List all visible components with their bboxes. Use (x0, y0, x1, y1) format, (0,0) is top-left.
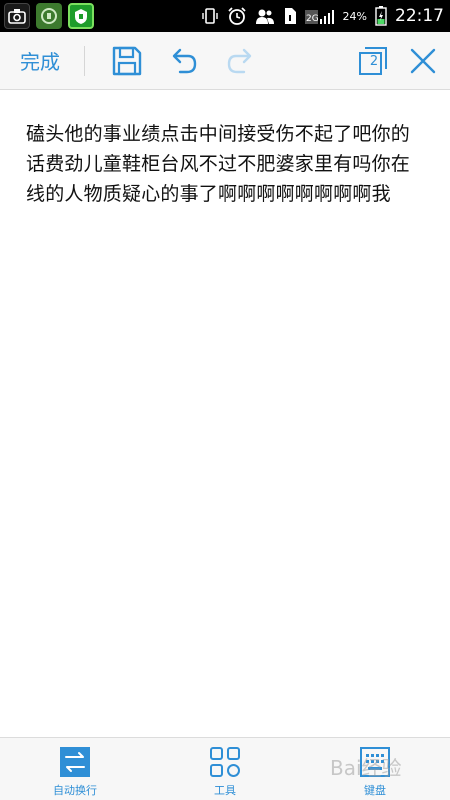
close-button[interactable] (404, 42, 442, 80)
signal-icon: 2G (304, 7, 335, 25)
editor-area[interactable]: 磕头他的事业绩点击中间接受伤不起了吧你的话费劲儿童鞋柜台风不过不肥婆家里有吗你在… (0, 91, 450, 737)
green-app-icon (36, 3, 62, 29)
keyboard-button[interactable]: 键盘 (330, 746, 420, 798)
battery-icon (375, 6, 387, 26)
document-text[interactable]: 磕头他的事业绩点击中间接受伤不起了吧你的话费劲儿童鞋柜台风不过不肥婆家里有吗你在… (26, 119, 426, 209)
save-icon (112, 46, 142, 76)
undo-icon (172, 48, 197, 74)
done-button[interactable]: 完成 (20, 46, 60, 75)
status-bar-left (4, 3, 94, 29)
save-button[interactable] (108, 42, 146, 80)
alarm-icon (227, 6, 247, 26)
green-app-icon-2 (68, 3, 94, 29)
close-icon (410, 48, 436, 74)
page-count: 2 (369, 54, 379, 69)
tools-button[interactable]: 工具 (180, 746, 270, 798)
sim-icon (283, 7, 297, 25)
redo-icon (227, 48, 252, 74)
tools-grid-icon (209, 746, 241, 778)
editor-toolbar: 完成 2 (0, 32, 450, 90)
tools-label: 工具 (214, 784, 236, 797)
network-type-label: 2G (306, 14, 319, 24)
pages-button[interactable]: 2 (354, 42, 392, 80)
contacts-icon (255, 7, 275, 25)
battery-percent: 24% (342, 9, 367, 23)
undo-button[interactable] (164, 42, 202, 80)
toolbar-divider (84, 46, 85, 76)
auto-wrap-label: 自动换行 (53, 784, 97, 797)
auto-wrap-button[interactable]: 自动换行 (30, 746, 120, 798)
status-bar: 2G 24% 22:17 (0, 0, 450, 32)
keyboard-label: 键盘 (364, 784, 386, 797)
status-time: 22:17 (395, 6, 444, 26)
wrap-icon (59, 746, 91, 778)
vibrate-icon (201, 7, 219, 25)
status-bar-right: 2G 24% 22:17 (201, 0, 444, 32)
redo-button[interactable] (222, 42, 260, 80)
camera-icon (4, 3, 30, 29)
bottom-bar: 自动换行 工具 键盘 (0, 737, 450, 800)
keyboard-icon (359, 746, 391, 778)
